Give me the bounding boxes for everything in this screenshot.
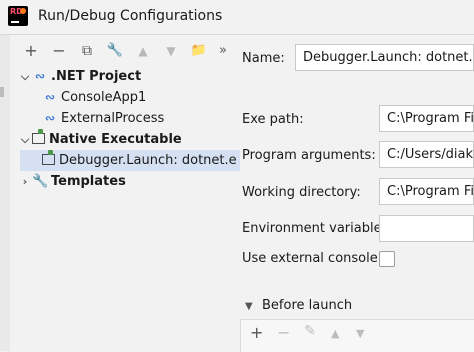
tree-item-label: Templates [51,174,126,189]
tree-item-label: ExternalProcess [61,111,165,126]
remove-task-button[interactable]: − [277,323,290,342]
copy-configuration-button[interactable]: ⧉ [76,38,98,64]
tree-item-consoleapp1[interactable]: ∾ ConsoleApp1 [42,87,240,108]
program-arguments-label: Program arguments: [242,148,376,163]
exe-path-label: Exe path: [242,112,304,127]
tree-item-externalprocess[interactable]: ∾ ExternalProcess [42,108,240,129]
app-icon-bar [11,21,19,23]
before-launch-toolbar: + − ✎ ▲ ▼ [240,319,474,352]
tree-item-net-project[interactable]: ⌵ ∾ .NET Project [18,66,240,87]
exe-icon [32,129,45,144]
working-directory-input[interactable]: C:\Program Files [379,178,474,205]
edge-marker [0,87,4,97]
chevron-right-icon[interactable]: › [18,171,32,192]
external-console-label: Use external console: [242,251,383,266]
tree-item-label: .NET Project [51,69,142,84]
rider-app-icon: RD [8,6,28,26]
tree-item-label: Native Executable [49,132,182,147]
tree-item-debugger-launch[interactable]: Debugger.Launch: dotnet.e [20,150,240,171]
name-input[interactable]: Debugger.Launch: dotnet.exe [295,44,474,71]
remove-configuration-button[interactable]: − [48,38,70,64]
dotnet-icon: ∾ [44,111,56,125]
edit-templates-button[interactable]: 🔧 [104,38,126,64]
add-task-button[interactable]: + [250,323,263,342]
window-title: Run/Debug Configurations [38,8,223,24]
wrench-icon: 🔧 [32,174,49,189]
chevron-down-icon[interactable]: ⌵ [18,129,32,150]
move-down-button[interactable]: ▼ [160,38,182,64]
title-bar: RD Run/Debug Configurations [0,0,474,35]
environment-variables-input[interactable] [379,215,474,242]
move-task-up-button[interactable]: ▲ [331,327,339,340]
tree-item-label: Debugger.Launch: dotnet.e [59,153,237,168]
environment-variables-label: Environment variables: [242,221,393,236]
exe-icon [42,150,55,165]
dotnet-icon: ∾ [34,69,46,83]
tree-item-label: ConsoleApp1 [61,90,147,105]
exe-path-input[interactable]: C:\Program Files [379,105,474,132]
triangle-down-icon[interactable]: ▼ [245,301,253,312]
name-label: Name: [242,51,285,66]
move-task-down-button[interactable]: ▼ [356,327,364,340]
tree-item-native-executable[interactable]: ⌵ Native Executable [18,129,240,150]
add-configuration-button[interactable]: + [20,38,42,64]
app-icon-accent [20,8,26,14]
program-arguments-input[interactable]: C:/Users/diako/ [379,141,474,168]
before-launch-label[interactable]: Before launch [262,298,352,313]
edit-task-button[interactable]: ✎ [304,323,316,339]
dotnet-icon: ∾ [44,90,56,104]
more-actions-button[interactable]: » [212,38,234,64]
external-console-checkbox[interactable] [379,251,395,267]
working-directory-label: Working directory: [242,185,361,200]
tree-toolbar: + − ⧉ 🔧 ▲ ▼ 📁 » [18,38,240,64]
chevron-down-icon[interactable]: ⌵ [18,66,32,87]
move-up-button[interactable]: ▲ [132,38,154,64]
new-folder-button[interactable]: 📁 [188,38,210,64]
left-edge-strip [0,35,10,351]
configuration-tree: ⌵ ∾ .NET Project ∾ ConsoleApp1 ∾ ExternalPro… [18,66,240,351]
tree-item-templates[interactable]: › 🔧 Templates [18,171,240,192]
